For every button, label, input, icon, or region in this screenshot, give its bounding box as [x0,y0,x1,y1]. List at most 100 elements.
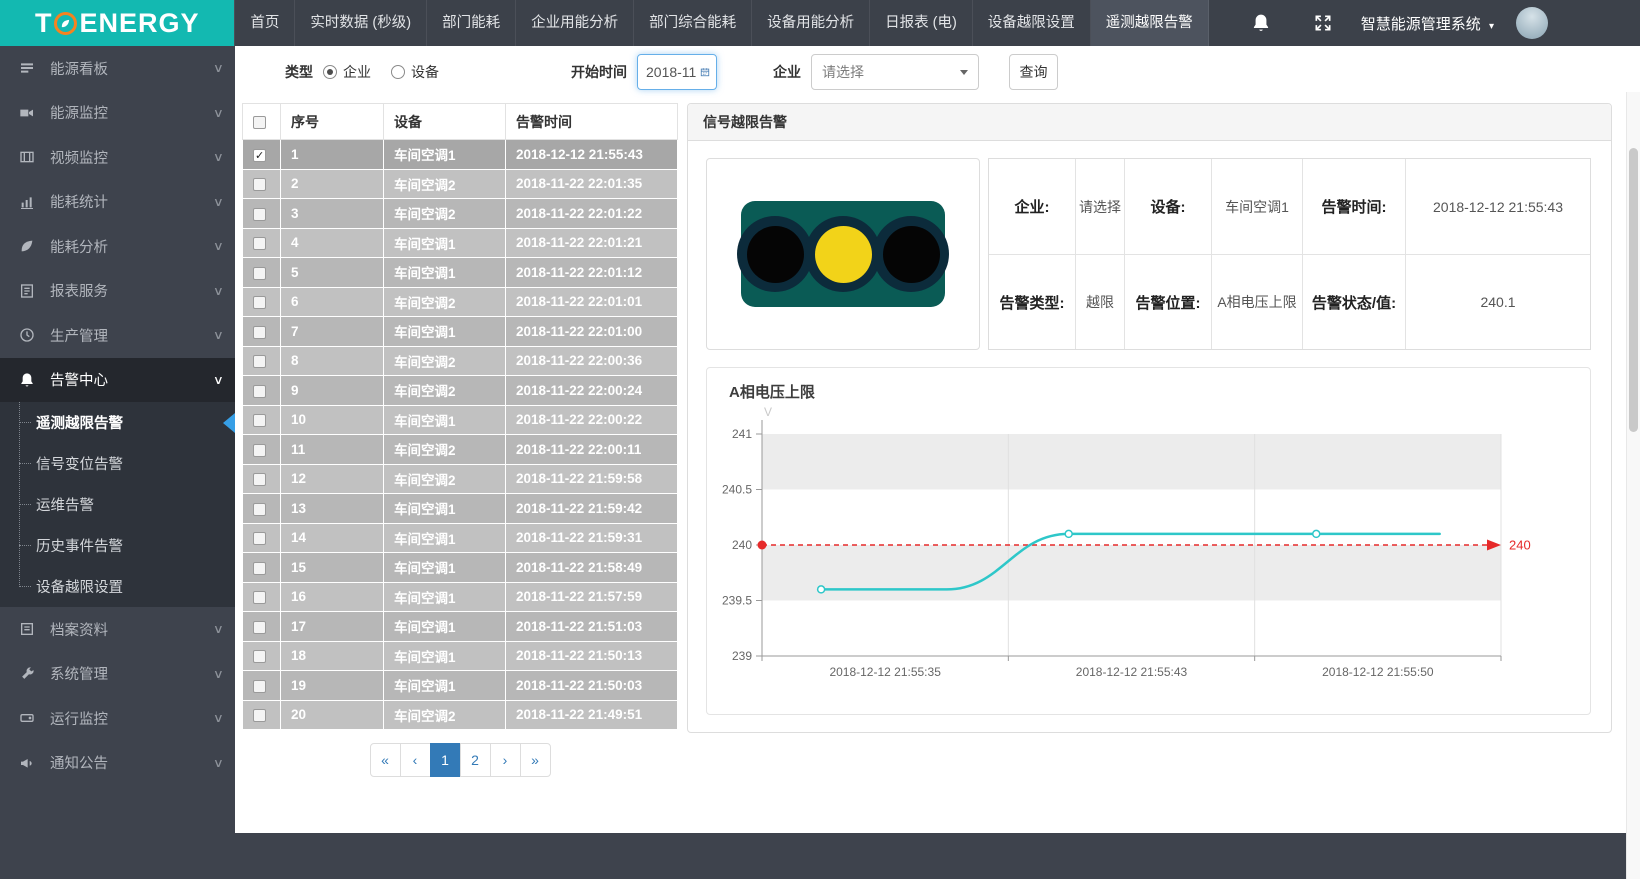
sidebar-item[interactable]: 运行监控∨ [0,696,235,741]
data-point-marker[interactable] [1313,530,1320,537]
fullscreen-icon[interactable] [1313,13,1333,33]
sidebar-item[interactable]: 能源监控∨ [0,91,235,136]
table-row[interactable]: 9车间空调22018-11-22 22:00:24 [243,376,678,406]
table-row[interactable]: 12车间空调22018-11-22 21:59:58 [243,464,678,494]
sidebar-item[interactable]: 告警中心∨ [0,358,235,403]
sidebar-subitem[interactable]: 运维告警 [0,484,235,525]
page-button[interactable]: 2 [460,743,491,777]
page-button[interactable]: › [490,743,521,777]
page-button[interactable]: » [520,743,551,777]
row-checkbox[interactable] [253,178,266,191]
sidebar-item[interactable]: 通知公告∨ [0,741,235,786]
user-avatar[interactable] [1516,7,1548,39]
table-row[interactable]: 1车间空调12018-12-12 21:55:43 [243,140,678,170]
row-checkbox[interactable] [253,473,266,486]
table-row[interactable]: 14车间空调12018-11-22 21:59:31 [243,523,678,553]
sidebar-item[interactable]: 能源看板∨ [0,46,235,91]
sidebar-item[interactable]: 视频监控∨ [0,135,235,180]
row-checkbox[interactable] [253,267,266,280]
nav-tab[interactable]: 遥测越限告警 [1091,0,1209,46]
sidebar-subitem[interactable]: 设备越限设置 [0,566,235,607]
type-radio-device[interactable]: 设备 [391,62,439,82]
table-row[interactable]: 7车间空调12018-11-22 22:01:00 [243,317,678,347]
row-checkbox[interactable] [253,208,266,221]
row-checkbox[interactable] [253,385,266,398]
table-row[interactable]: 10车间空调12018-11-22 22:00:22 [243,405,678,435]
sidebar-item[interactable]: 报表服务∨ [0,269,235,314]
row-checkbox[interactable] [253,414,266,427]
table-row[interactable]: 5车间空调12018-11-22 22:01:12 [243,258,678,288]
sidebar-item[interactable]: 档案资料∨ [0,607,235,652]
row-checkbox[interactable] [253,355,266,368]
type-radio-enterprise[interactable]: 企业 [323,62,371,82]
type-filter-label: 类型 [285,62,313,82]
table-row[interactable]: 17车间空调12018-11-22 21:51:03 [243,612,678,642]
row-checkbox[interactable] [253,149,266,162]
sidebar-item[interactable]: 生产管理∨ [0,313,235,358]
calendar-icon[interactable] [700,65,710,79]
radio-checked-icon[interactable] [323,65,337,79]
enterprise-select[interactable]: 请选择 [811,54,979,90]
sidebar-item[interactable]: 能耗统计∨ [0,180,235,225]
sidebar-subitem[interactable]: 历史事件告警 [0,525,235,566]
search-button[interactable]: 查询 [1009,54,1058,90]
table-row[interactable]: 3车间空调22018-11-22 22:01:22 [243,199,678,229]
table-row[interactable]: 2车间空调22018-11-22 22:01:35 [243,169,678,199]
cell-time: 2018-11-22 21:57:59 [506,582,678,612]
row-checkbox[interactable] [253,650,266,663]
page-button[interactable]: ‹ [400,743,431,777]
table-row[interactable]: 6车间空调22018-11-22 22:01:01 [243,287,678,317]
sidebar-subitem[interactable]: 遥测越限告警 [0,402,235,443]
cell-time: 2018-11-22 22:01:35 [506,169,678,199]
start-time-input[interactable] [646,64,700,80]
row-checkbox[interactable] [253,562,266,575]
sidebar-item-label: 能源看板 [50,58,108,79]
row-checkbox[interactable] [253,296,266,309]
row-checkbox[interactable] [253,326,266,339]
system-title-menu[interactable]: 智慧能源管理系统 ▾ [1361,13,1494,34]
table-row[interactable]: 20车间空调22018-11-22 21:49:51 [243,700,678,730]
row-checkbox[interactable] [253,680,266,693]
row-checkbox[interactable] [253,503,266,516]
sidebar-item[interactable]: 系统管理∨ [0,652,235,697]
row-checkbox[interactable] [253,532,266,545]
table-row[interactable]: 16车间空调12018-11-22 21:57:59 [243,582,678,612]
table-row[interactable]: 11车间空调22018-11-22 22:00:11 [243,435,678,465]
nav-tab[interactable]: 企业用能分析 [516,0,634,46]
sidebar-item[interactable]: 能耗分析∨ [0,224,235,269]
table-row[interactable]: 19车间空调12018-11-22 21:50:03 [243,671,678,701]
scrollbar-thumb[interactable] [1629,148,1638,432]
radio-unchecked-icon[interactable] [391,65,405,79]
page-button[interactable]: « [370,743,401,777]
table-row[interactable]: 15车间空调12018-11-22 21:58:49 [243,553,678,583]
data-point-marker[interactable] [818,586,825,593]
table-row[interactable]: 13车间空调12018-11-22 21:59:42 [243,494,678,524]
nav-tab[interactable]: 设备越限设置 [973,0,1091,46]
data-point-marker[interactable] [1065,530,1072,537]
panel-body: 企业:请选择设备:车间空调1告警时间:2018-12-12 21:55:43告警… [688,141,1611,732]
nav-tab[interactable]: 设备用能分析 [752,0,870,46]
column-header-device: 设备 [384,104,506,140]
table-row[interactable]: 8车间空调22018-11-22 22:00:36 [243,346,678,376]
nav-tab[interactable]: 部门能耗 [427,0,516,46]
row-checkbox[interactable] [253,591,266,604]
page-button[interactable]: 1 [430,743,461,777]
select-all-checkbox[interactable] [253,116,266,129]
bell-icon[interactable] [1251,13,1271,33]
table-row[interactable]: 4车间空调12018-11-22 22:01:21 [243,228,678,258]
sidebar-subitem[interactable]: 信号变位告警 [0,443,235,484]
table-row[interactable]: 18车间空调12018-11-22 21:50:13 [243,641,678,671]
row-checkbox[interactable] [253,709,266,722]
y-tick-label: 239 [732,649,752,663]
vertical-scrollbar[interactable] [1626,92,1640,879]
radio-label: 企业 [343,62,371,82]
row-checkbox[interactable] [253,621,266,634]
nav-tab[interactable]: 部门综合能耗 [634,0,752,46]
nav-tab[interactable]: 日报表 (电) [870,0,973,46]
detail-field-value: 车间空调1 [1211,159,1302,254]
row-checkbox[interactable] [253,237,266,250]
row-checkbox[interactable] [253,444,266,457]
nav-tab[interactable]: 首页 [234,0,295,46]
nav-tab[interactable]: 实时数据 (秒级) [295,0,427,46]
cell-time: 2018-12-12 21:55:43 [506,140,678,170]
